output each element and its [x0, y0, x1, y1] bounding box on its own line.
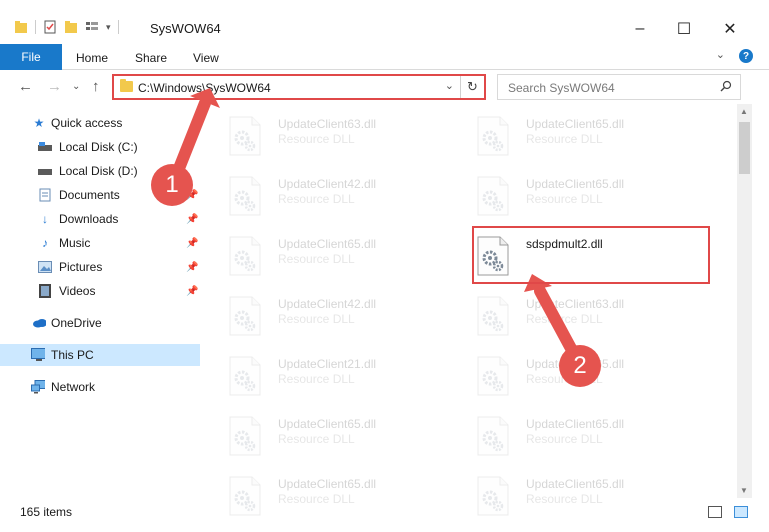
target-highlight-box	[472, 226, 710, 284]
step-2-marker: 2	[559, 345, 601, 387]
step-1-marker: 1	[151, 164, 193, 206]
